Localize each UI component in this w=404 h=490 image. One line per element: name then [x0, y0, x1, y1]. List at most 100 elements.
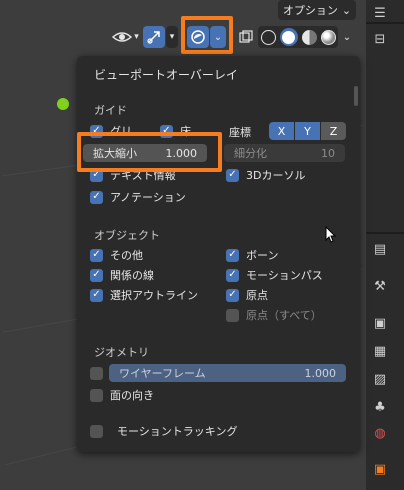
checkmark-icon: ✓	[90, 268, 103, 282]
checkbox-empty-icon	[90, 424, 103, 438]
shading-modes	[258, 26, 338, 48]
face-orientation-label: 面の向き	[110, 389, 154, 402]
relationship-lines-label: 関係の線	[110, 269, 154, 282]
objects-section-label: オブジェクト	[94, 229, 160, 242]
motion-paths-label: モーションパス	[246, 269, 323, 282]
xray-icon	[239, 30, 253, 43]
relationship-lines-checkbox[interactable]: ✓ 関係の線	[90, 267, 154, 283]
floor-checkbox[interactable]: ✓ 床	[160, 123, 191, 139]
axis-x-button[interactable]: X	[269, 122, 294, 140]
eye-icon	[112, 32, 133, 42]
wireframe-checkbox[interactable]	[90, 365, 103, 381]
rendered-shading-icon[interactable]	[320, 29, 336, 45]
extras-checkbox[interactable]: ✓ その他	[90, 247, 143, 263]
wireframe-value: 1.000	[304, 366, 337, 380]
object-icon[interactable]: ▣	[368, 458, 392, 480]
options-dropdown[interactable]: オプション ⌄	[278, 0, 356, 20]
render-icon[interactable]: ▣	[368, 312, 392, 334]
axis-z-button[interactable]: Z	[321, 122, 346, 140]
checkmark-icon: ✓	[90, 168, 103, 182]
scrollbar[interactable]	[354, 86, 358, 106]
world-icon[interactable]: ◍	[368, 422, 392, 444]
checkmark-icon: ✓	[90, 288, 103, 302]
bones-checkbox[interactable]: ✓ ボーン	[226, 247, 278, 263]
chevron-down-icon: ▾	[169, 32, 175, 42]
checkmark-icon: ✓	[226, 248, 239, 262]
origins-label: 原点	[246, 289, 268, 302]
overlay-icon	[191, 30, 205, 44]
3d-cursor-label: 3Dカーソル	[246, 169, 306, 182]
origins-all-checkbox[interactable]: 原点（すべて）	[226, 307, 322, 323]
tool-icon[interactable]: ⚒	[368, 275, 392, 297]
subdivisions-label: 細分化	[234, 147, 267, 160]
text-info-checkbox[interactable]: ✓ テキスト情報	[90, 167, 176, 183]
gizmo-dropdown[interactable]: ▾	[166, 26, 178, 48]
shading-dropdown[interactable]: ⌄	[339, 26, 355, 48]
grid-label: グリ	[110, 125, 132, 138]
outline-selected-label: 選択アウトライン	[110, 289, 198, 302]
3d-cursor-checkbox[interactable]: ✓ 3Dカーソル	[226, 167, 305, 183]
filter-icon[interactable]: ⊟	[368, 28, 392, 50]
checkmark-icon: ✓	[90, 124, 103, 138]
overlay-dropdown[interactable]: ⌄	[210, 26, 226, 48]
axes-toggle-group: X Y Z	[269, 122, 346, 140]
mouse-cursor-icon	[325, 226, 337, 243]
properties-editor-icon[interactable]: ▤	[368, 238, 392, 260]
checkmark-icon: ✓	[90, 248, 103, 262]
solid-shading-icon[interactable]	[279, 28, 298, 46]
scale-field[interactable]: 拡大縮小 1.000	[83, 144, 207, 162]
origins-checkbox[interactable]: ✓ 原点	[226, 287, 268, 303]
light-gizmo[interactable]	[57, 98, 69, 110]
wireframe-shading-icon[interactable]	[260, 29, 276, 45]
checkmark-icon: ✓	[90, 190, 103, 204]
checkbox-empty-icon	[90, 388, 103, 402]
axis-y-button[interactable]: Y	[295, 122, 320, 140]
outliner-editor-icon[interactable]: ☰	[368, 2, 392, 24]
wireframe-threshold-field[interactable]: ワイヤーフレーム 1.000	[109, 364, 346, 382]
motion-paths-checkbox[interactable]: ✓ モーションパス	[226, 267, 323, 283]
popover-title: ビューポートオーバーレイ	[94, 68, 238, 82]
annotations-checkbox[interactable]: ✓ アノテーション	[90, 189, 186, 205]
overlay-toggle[interactable]	[187, 26, 209, 48]
chevron-down-icon: ⌄	[341, 3, 352, 17]
guides-section-label: ガイド	[94, 104, 127, 117]
text-info-label: テキスト情報	[110, 169, 176, 182]
annotations-label: アノテーション	[110, 191, 186, 204]
viewport-overlays-popover: ビューポートオーバーレイ ガイド ✓ グリ ✓ 床 座標 X Y Z 拡大縮小 …	[77, 56, 360, 452]
scene-icon[interactable]: ♣	[368, 396, 392, 418]
scale-value: 1.000	[165, 146, 198, 160]
geometry-section-label: ジオメトリ	[94, 346, 149, 359]
checkmark-icon: ✓	[226, 268, 239, 282]
face-orientation-checkbox[interactable]: 面の向き	[90, 387, 154, 403]
subdivisions-field[interactable]: 細分化 10	[224, 144, 345, 162]
checkmark-icon: ✓	[226, 168, 239, 182]
checkbox-empty-icon	[90, 366, 103, 380]
checkmark-icon: ✓	[226, 288, 239, 302]
outline-selected-checkbox[interactable]: ✓ 選択アウトライン	[90, 287, 198, 303]
gizmo-toggle[interactable]	[143, 26, 165, 48]
motion-tracking-label: モーショントラッキング	[117, 425, 238, 438]
view-layer-icon[interactable]: ▨	[368, 368, 392, 390]
output-icon[interactable]: ▦	[368, 340, 392, 362]
bones-label: ボーン	[246, 249, 279, 262]
subdivisions-value: 10	[321, 146, 335, 160]
checkmark-icon: ✓	[160, 124, 173, 138]
floor-label: 床	[180, 125, 191, 138]
extras-label: その他	[110, 249, 143, 262]
xray-toggle[interactable]	[236, 26, 256, 48]
chevron-down-icon: ⌄	[213, 31, 223, 43]
chevron-down-icon: ▾	[134, 32, 139, 42]
scale-label: 拡大縮小	[93, 147, 137, 160]
gizmo-icon	[147, 31, 160, 44]
divider	[366, 232, 404, 234]
options-label: オプション	[282, 4, 338, 17]
grid-checkbox[interactable]: ✓ グリ	[90, 123, 132, 139]
viewport-header: オプション ⌄ ▾ ▾ ⌄ ⌄	[0, 0, 404, 54]
wireframe-label: ワイヤーフレーム	[119, 367, 206, 380]
motion-tracking-checkbox[interactable]: モーショントラッキング	[90, 423, 237, 439]
visibility-button[interactable]: ▾	[110, 26, 140, 48]
origins-all-label: 原点（すべて）	[246, 309, 322, 322]
material-shading-icon[interactable]	[301, 29, 317, 45]
axes-label: 座標	[229, 126, 251, 139]
chevron-down-icon: ⌄	[342, 31, 352, 43]
